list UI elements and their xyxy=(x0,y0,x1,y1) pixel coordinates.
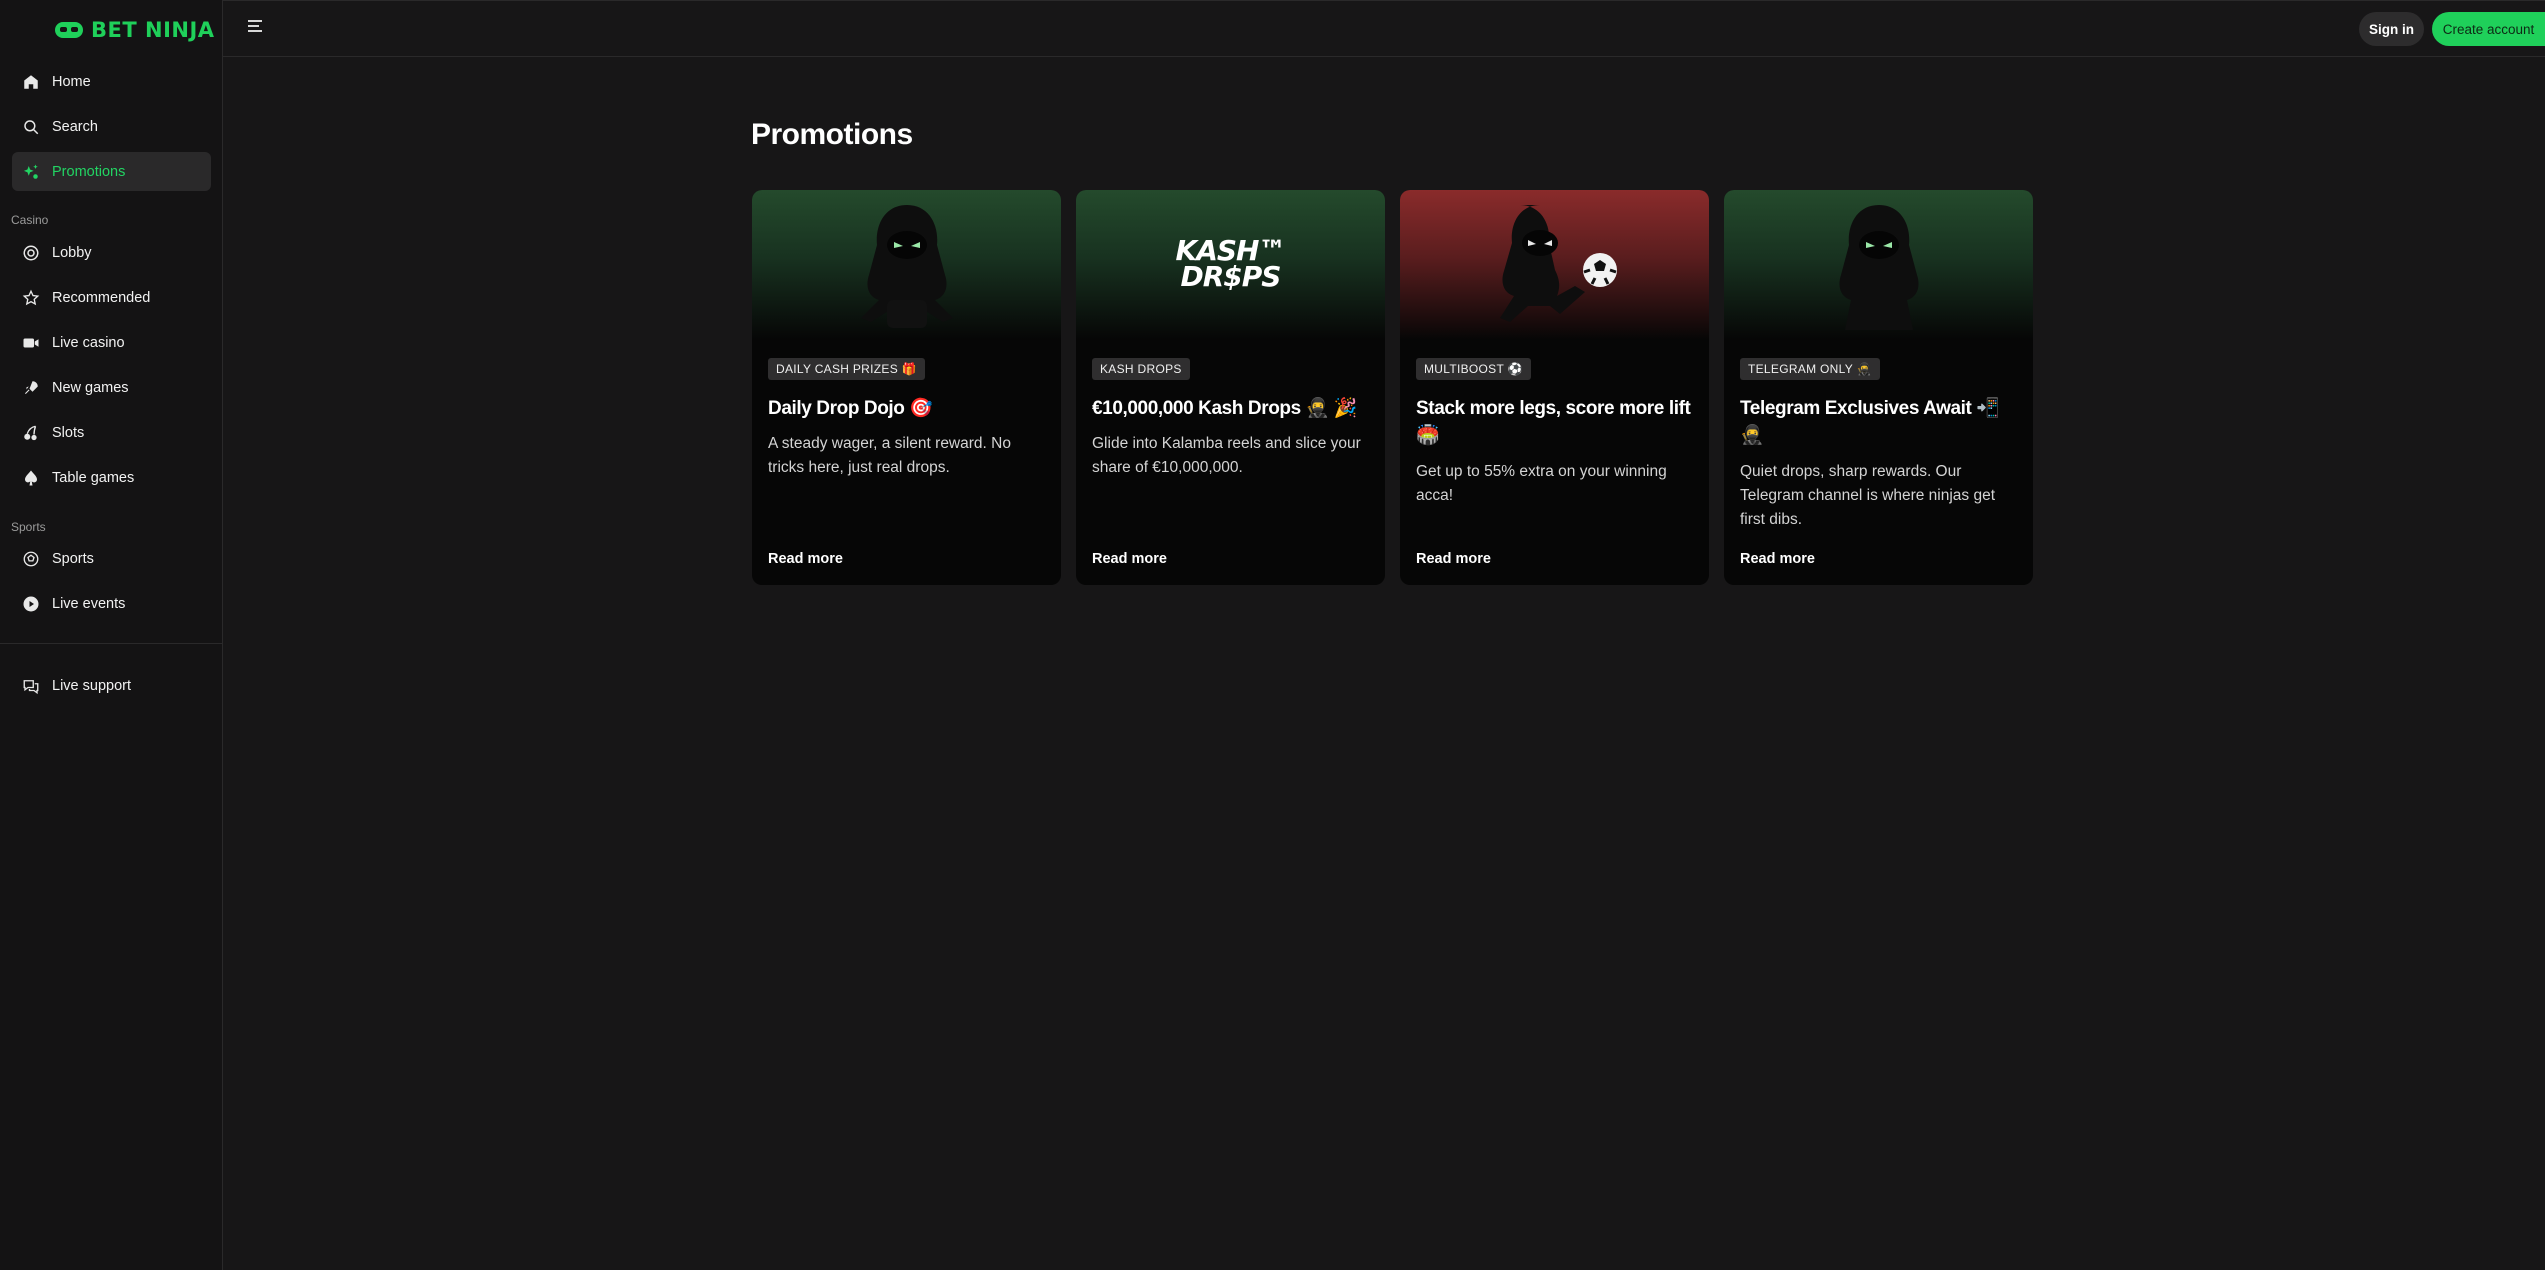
sign-in-button[interactable]: Sign in xyxy=(2359,12,2424,46)
page-title: Promotions xyxy=(751,118,913,151)
sidebar-item-table-games[interactable]: Table games xyxy=(12,458,211,497)
sidebar: BET NINJA Home Search Promotions Casino … xyxy=(0,0,223,1270)
sidebar-item-promotions[interactable]: Promotions xyxy=(12,152,211,191)
ball-icon xyxy=(22,550,40,568)
sidebar-divider xyxy=(0,643,223,644)
read-more-link[interactable]: Read more xyxy=(1092,551,1167,567)
promo-badge: KASH DROPS xyxy=(1092,358,1190,380)
spade-icon xyxy=(22,469,40,487)
kash-drops-logo-line-2: DR$PS xyxy=(1180,260,1282,293)
sidebar-item-live-support[interactable]: Live support xyxy=(12,666,211,705)
card-hero xyxy=(1400,190,1709,340)
brand-name: BET NINJA xyxy=(91,18,215,42)
rocket-icon xyxy=(22,379,40,397)
sidebar-item-lobby[interactable]: Lobby xyxy=(12,233,211,272)
sidebar-item-label: Promotions xyxy=(52,163,126,180)
promo-description: Glide into Kalamba reels and slice your … xyxy=(1092,435,1361,476)
promo-card[interactable]: TELEGRAM ONLY 🥷 Telegram Exclusives Awai… xyxy=(1724,190,2033,585)
ninja-mask-icon xyxy=(55,22,83,38)
promo-card[interactable]: DAILY CASH PRIZES 🎁 Daily Drop Dojo 🎯 A … xyxy=(752,190,1061,585)
read-more-link[interactable]: Read more xyxy=(1740,551,1815,567)
sidebar-item-home[interactable]: Home xyxy=(12,62,211,101)
sidebar-item-label: Live support xyxy=(52,677,131,694)
card-hero xyxy=(752,190,1061,340)
kash-drops-logo: KASH™ DR$PS xyxy=(1176,237,1287,293)
promo-description: Quiet drops, sharp rewards. Our Telegram… xyxy=(1740,463,1996,528)
sidebar-item-label: Search xyxy=(52,118,98,135)
sidebar-item-label: New games xyxy=(52,379,129,396)
create-account-button[interactable]: Create account xyxy=(2432,12,2545,46)
sidebar-item-label: Live casino xyxy=(52,334,125,351)
star-icon xyxy=(22,289,40,307)
ninja-football-icon xyxy=(1499,205,1617,322)
brand-logo[interactable]: BET NINJA xyxy=(55,18,215,42)
promo-title: €10,000,000 Kash Drops 🥷 🎉 xyxy=(1092,398,1358,419)
sidebar-item-label: Recommended xyxy=(52,289,151,306)
video-icon xyxy=(22,334,40,352)
promo-card[interactable]: MULTIBOOST ⚽ Stack more legs, score more… xyxy=(1400,190,1709,585)
promo-title: Stack more legs, score more lift 🏟️ xyxy=(1416,398,1691,446)
card-hero xyxy=(1724,190,2033,340)
sidebar-item-label: Table games xyxy=(52,469,135,486)
sidebar-item-label: Lobby xyxy=(52,244,92,261)
card-hero: KASH™ DR$PS xyxy=(1076,190,1385,340)
promo-description: Get up to 55% extra on your winning acca… xyxy=(1416,463,1667,504)
top-bar xyxy=(223,0,2545,57)
section-label-casino: Casino xyxy=(11,213,49,227)
sidebar-item-label: Home xyxy=(52,73,91,90)
sidebar-item-live-casino[interactable]: Live casino xyxy=(12,323,211,362)
read-more-link[interactable]: Read more xyxy=(768,551,843,567)
promo-title: Telegram Exclusives Await 📲 🥷 xyxy=(1740,398,2000,446)
sparkle-icon xyxy=(22,163,40,181)
sidebar-item-slots[interactable]: Slots xyxy=(12,413,211,452)
section-label-sports: Sports xyxy=(11,520,46,534)
sidebar-item-label: Sports xyxy=(52,550,94,567)
ninja-icon xyxy=(1838,205,1919,330)
search-icon xyxy=(22,118,40,136)
promo-badge: DAILY CASH PRIZES 🎁 xyxy=(768,358,925,380)
sidebar-item-new-games[interactable]: New games xyxy=(12,368,211,407)
promo-badge: MULTIBOOST ⚽ xyxy=(1416,358,1531,380)
read-more-link[interactable]: Read more xyxy=(1416,551,1491,567)
promo-badge: TELEGRAM ONLY 🥷 xyxy=(1740,358,1880,380)
sidebar-item-label: Live events xyxy=(52,595,126,612)
cherries-icon xyxy=(22,424,40,442)
chip-icon xyxy=(22,244,40,262)
sidebar-item-live-events[interactable]: Live events xyxy=(12,584,211,623)
promo-card[interactable]: KASH™ DR$PS KASH DROPS €10,000,000 Kash … xyxy=(1076,190,1385,585)
chat-icon xyxy=(22,677,40,695)
sidebar-item-recommended[interactable]: Recommended xyxy=(12,278,211,317)
sidebar-item-label: Slots xyxy=(52,424,85,441)
hamburger-menu-icon[interactable] xyxy=(248,20,266,38)
sidebar-item-search[interactable]: Search xyxy=(12,107,211,146)
sidebar-item-sports[interactable]: Sports xyxy=(12,539,211,578)
promo-title: Daily Drop Dojo 🎯 xyxy=(768,398,933,419)
home-icon xyxy=(22,73,40,91)
promo-description: A steady wager, a silent reward. No tric… xyxy=(768,435,1011,476)
ninja-icon xyxy=(860,205,953,328)
play-icon xyxy=(22,595,40,613)
